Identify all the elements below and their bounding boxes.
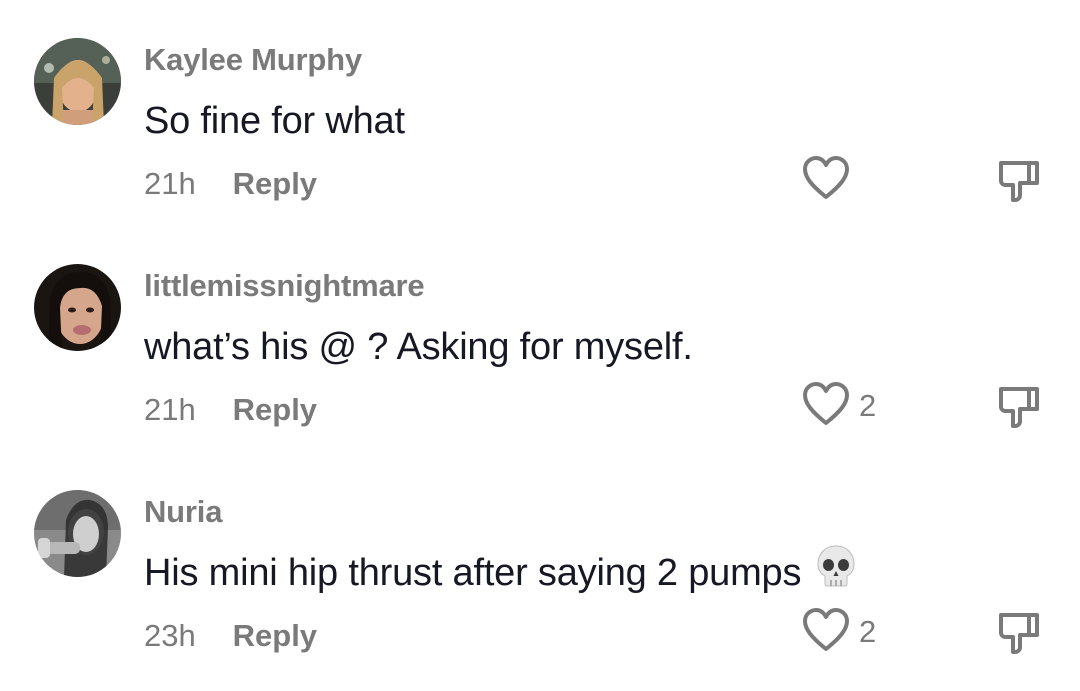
comment-item: littlemissnightmare what’s his @ ? Askin… (0, 226, 1080, 452)
reply-button[interactable]: Reply (233, 618, 317, 653)
thumbs-down-outline-icon (996, 161, 1042, 208)
comment-timestamp: 23h (144, 618, 196, 653)
heart-outline-icon (801, 381, 851, 432)
skull-icon (815, 544, 857, 598)
avatar[interactable] (34, 38, 121, 125)
like-count: 2 (859, 388, 877, 423)
comment-text-content: So fine for what (144, 100, 405, 142)
like-button[interactable]: 2 (801, 607, 876, 657)
heart-outline-icon (801, 155, 851, 206)
comment-text: His mini hip thrust after saying 2 pumps (144, 545, 857, 598)
heart-outline-icon (801, 607, 851, 658)
dislike-button[interactable] (996, 384, 1042, 435)
comment-item: Nuria His mini hip thrust after saying 2… (0, 452, 1080, 678)
comment-text-content: what’s his @ ? Asking for myself. (144, 326, 693, 368)
reply-button[interactable]: Reply (233, 392, 317, 427)
avatar[interactable] (34, 490, 121, 577)
comment-text: what’s his @ ? Asking for myself. (144, 326, 693, 369)
like-count: 2 (859, 614, 877, 649)
comment-text: So fine for what (144, 100, 405, 143)
dislike-button[interactable] (996, 610, 1042, 661)
avatar-image (34, 490, 121, 577)
comment-meta: 21h Reply (144, 166, 317, 202)
comment-username[interactable]: littlemissnightmare (144, 268, 425, 304)
comment-meta: 23h Reply (144, 618, 317, 654)
avatar-image (34, 264, 121, 351)
reply-button[interactable]: Reply (233, 166, 317, 201)
comment-username[interactable]: Kaylee Murphy (144, 42, 362, 78)
like-button[interactable] (801, 155, 859, 205)
comment-text-content: His mini hip thrust after saying 2 pumps (144, 552, 802, 595)
comment-meta: 21h Reply (144, 392, 317, 428)
thumbs-down-outline-icon (996, 613, 1042, 660)
comment-username[interactable]: Nuria (144, 494, 222, 530)
like-button[interactable]: 2 (801, 381, 876, 431)
comment-timestamp: 21h (144, 392, 196, 427)
avatar[interactable] (34, 264, 121, 351)
thumbs-down-outline-icon (996, 387, 1042, 434)
dislike-button[interactable] (996, 158, 1042, 209)
comment-timestamp: 21h (144, 166, 196, 201)
comment-item: Kaylee Murphy So fine for what 21h Reply (0, 0, 1080, 226)
avatar-image (34, 38, 121, 125)
